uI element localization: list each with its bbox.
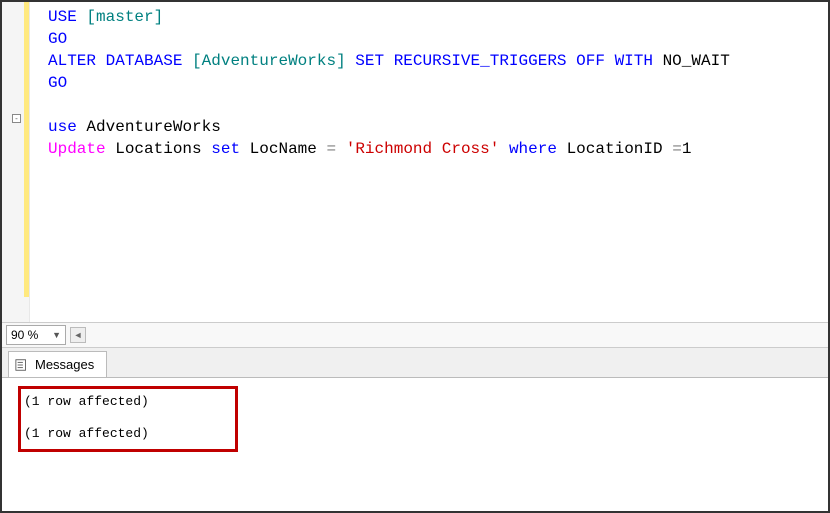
kw-update: Update: [48, 140, 106, 158]
kw-where: where: [509, 140, 557, 158]
zoom-value: 90 %: [11, 328, 38, 342]
ident-locid: LocationID: [567, 140, 663, 158]
op-eq: =: [327, 140, 337, 158]
scroll-left-button[interactable]: ◄: [70, 327, 86, 343]
zoom-dropdown[interactable]: 90 % ▼: [6, 325, 66, 345]
code-content[interactable]: USE [master] GO ALTER DATABASE [Adventur…: [30, 2, 828, 322]
ident-db2: AdventureWorks: [86, 118, 220, 136]
kw-use: use: [48, 118, 77, 136]
ident-master: [master]: [86, 8, 163, 26]
kw-use: USE: [48, 8, 77, 26]
tab-messages[interactable]: Messages: [8, 351, 107, 377]
kw-database: DATABASE: [106, 52, 183, 70]
messages-pane[interactable]: (1 row affected) (1 row affected): [2, 378, 828, 511]
kw-set: set: [211, 140, 240, 158]
kw-go: GO: [48, 74, 67, 92]
lit-one: 1: [682, 140, 692, 158]
message-line: (1 row affected): [24, 392, 820, 412]
chevron-down-icon: ▼: [52, 330, 61, 340]
kw-off: OFF: [576, 52, 605, 70]
ident-table: Locations: [115, 140, 201, 158]
kw-nowait: NO_WAIT: [663, 52, 730, 70]
triangle-left-icon: ◄: [74, 330, 83, 340]
change-indicator-bar: [24, 2, 29, 297]
kw-go: GO: [48, 30, 67, 48]
messages-icon: [15, 358, 29, 372]
tab-messages-label: Messages: [35, 357, 94, 372]
editor-status-bar: 90 % ▼ ◄: [2, 322, 828, 348]
op-eq2: =: [672, 140, 682, 158]
kw-with: WITH: [615, 52, 653, 70]
sql-editor[interactable]: - USE [master] GO ALTER DATABASE [Advent…: [2, 2, 828, 322]
editor-gutter: -: [2, 2, 30, 322]
messages-output: (1 row affected) (1 row affected): [10, 392, 820, 444]
kw-recursive-triggers: RECURSIVE_TRIGGERS: [394, 52, 567, 70]
kw-set: SET: [355, 52, 384, 70]
message-line: (1 row affected): [24, 424, 820, 444]
ident-db: [AdventureWorks]: [192, 52, 346, 70]
ssms-query-window: - USE [master] GO ALTER DATABASE [Advent…: [0, 0, 830, 513]
results-tabs: Messages: [2, 348, 828, 378]
kw-alter: ALTER: [48, 52, 96, 70]
fold-toggle[interactable]: -: [12, 114, 21, 123]
str-literal: 'Richmond Cross': [346, 140, 500, 158]
ident-col: LocName: [250, 140, 317, 158]
